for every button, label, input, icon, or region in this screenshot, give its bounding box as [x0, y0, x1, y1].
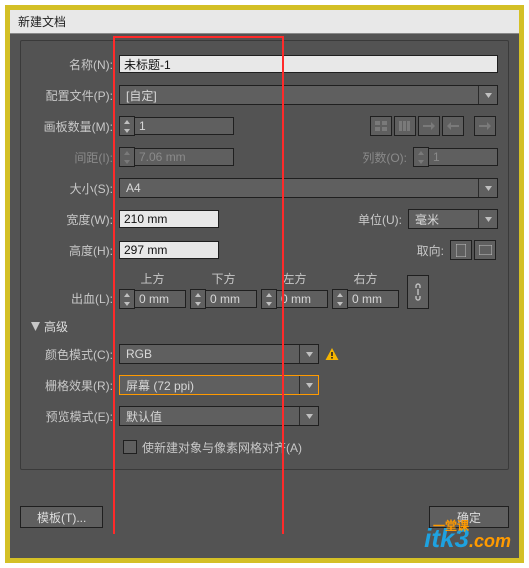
height-label: 高度(H): — [31, 242, 119, 259]
orient-portrait-icon[interactable] — [450, 240, 472, 260]
chevron-down-icon — [478, 179, 497, 197]
bleed-label: 出血(L): — [31, 290, 119, 307]
orient-label: 取向: — [402, 242, 450, 259]
color-mode-select[interactable]: RGB — [119, 344, 319, 364]
row-ltr-icon[interactable] — [418, 116, 440, 136]
columns-stepper — [413, 147, 498, 167]
grid-by-row-icon[interactable] — [370, 116, 392, 136]
layout-icons — [370, 116, 498, 136]
dialog-title: 新建文档 — [10, 10, 519, 34]
grid-by-col-icon[interactable] — [394, 116, 416, 136]
raster-label: 栅格效果(R): — [31, 377, 119, 394]
width-input[interactable] — [119, 210, 219, 228]
units-select[interactable]: 毫米 — [408, 209, 498, 229]
raster-value: 屏幕 (72 ppi) — [120, 377, 299, 394]
raster-select[interactable]: 屏幕 (72 ppi) — [119, 375, 319, 395]
stepper-arrows — [119, 147, 135, 167]
chevron-down-icon — [478, 86, 497, 104]
bleed-top-input[interactable] — [134, 290, 186, 308]
dialog-window: 新建文档 名称(N): 配置文件(P): [自定] 画板数量(M): — [5, 5, 524, 563]
watermark: 一堂课 itk3.com — [424, 523, 511, 554]
columns-input — [428, 148, 498, 166]
stepper-arrows[interactable] — [190, 289, 206, 309]
chevron-down-icon — [299, 376, 318, 394]
dialog-body: 名称(N): 配置文件(P): [自定] 画板数量(M): — [10, 34, 519, 534]
preview-select[interactable]: 默认值 — [119, 406, 319, 426]
link-bleed-icon[interactable] — [407, 275, 429, 309]
units-label: 单位(U): — [342, 211, 408, 228]
size-select[interactable]: A4 — [119, 178, 498, 198]
profile-value: [自定] — [120, 87, 478, 104]
width-label: 宽度(W): — [31, 211, 119, 228]
bleed-right-label: 右方 — [353, 270, 377, 287]
bleed-top-label: 上方 — [140, 270, 164, 287]
profile-label: 配置文件(P): — [31, 87, 119, 104]
bleed-left-label: 左方 — [282, 270, 306, 287]
artboards-input[interactable] — [134, 117, 234, 135]
artboards-label: 画板数量(M): — [31, 118, 119, 135]
color-mode-value: RGB — [120, 347, 299, 361]
advanced-label: 高级 — [44, 318, 68, 335]
color-mode-label: 颜色模式(C): — [31, 346, 119, 363]
stepper-arrows[interactable] — [119, 289, 135, 309]
bleed-bottom-stepper[interactable] — [190, 289, 257, 309]
chevron-down-icon — [299, 345, 318, 363]
checkbox-icon — [123, 440, 137, 454]
advanced-header[interactable]: 高级 — [31, 318, 498, 335]
row-rtl-icon[interactable] — [442, 116, 464, 136]
bleed-left-input[interactable] — [276, 290, 328, 308]
warning-icon — [325, 347, 339, 361]
preview-value: 默认值 — [120, 408, 299, 425]
chevron-down-icon — [299, 407, 318, 425]
bleed-right-input[interactable] — [347, 290, 399, 308]
name-label: 名称(N): — [31, 56, 119, 73]
orient-landscape-icon[interactable] — [474, 240, 496, 260]
settings-group: 名称(N): 配置文件(P): [自定] 画板数量(M): — [20, 40, 509, 470]
profile-select[interactable]: [自定] — [119, 85, 498, 105]
columns-label: 列数(O): — [347, 149, 413, 166]
size-value: A4 — [120, 181, 478, 195]
spacing-input — [134, 148, 234, 166]
stepper-arrows — [413, 147, 429, 167]
spacing-stepper — [119, 147, 234, 167]
stepper-arrows[interactable] — [119, 116, 135, 136]
stepper-arrows[interactable] — [261, 289, 277, 309]
bleed-top-stepper[interactable] — [119, 289, 186, 309]
units-value: 毫米 — [409, 211, 478, 228]
bleed-bottom-label: 下方 — [211, 270, 235, 287]
align-pixel-grid-checkbox[interactable]: 使新建对象与像素网格对齐(A) — [123, 439, 302, 456]
bleed-left-stepper[interactable] — [261, 289, 328, 309]
height-input[interactable] — [119, 241, 219, 259]
artboards-stepper[interactable] — [119, 116, 234, 136]
arrow-right-icon[interactable] — [474, 116, 496, 136]
templates-button[interactable]: 模板(T)... — [20, 506, 103, 528]
size-label: 大小(S): — [31, 180, 119, 197]
bleed-right-stepper[interactable] — [332, 289, 399, 309]
spacing-label: 间距(I): — [31, 149, 119, 166]
align-label: 使新建对象与像素网格对齐(A) — [142, 439, 302, 456]
name-input[interactable] — [119, 55, 498, 73]
stepper-arrows[interactable] — [332, 289, 348, 309]
bleed-bottom-input[interactable] — [205, 290, 257, 308]
preview-label: 预览模式(E): — [31, 408, 119, 425]
chevron-down-icon — [478, 210, 497, 228]
